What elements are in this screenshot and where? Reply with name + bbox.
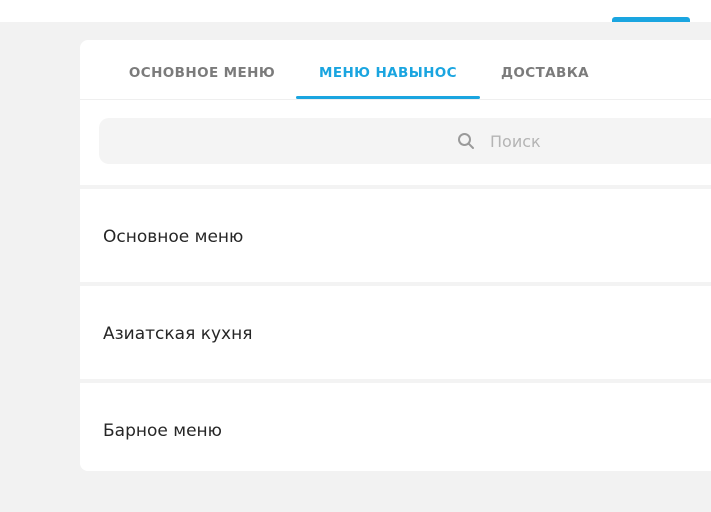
tab-main-menu[interactable]: ОСНОВНОЕ МЕНЮ — [102, 40, 302, 100]
search-icon — [458, 133, 474, 149]
active-tab-indicator — [296, 96, 480, 99]
menu-card: ОСНОВНОЕ МЕНЮ МЕНЮ НАВЫНОС ДОСТАВКА Поис… — [80, 40, 711, 471]
menu-item-main[interactable]: Основное меню — [80, 189, 711, 282]
menu-item-label: Основное меню — [103, 227, 244, 247]
menu-item-label: Барное меню — [103, 421, 222, 441]
menu-item-asian[interactable]: Азиатская кухня — [80, 286, 711, 379]
tab-delivery[interactable]: ДОСТАВКА — [480, 40, 610, 100]
menu-item-bar[interactable]: Барное меню — [80, 383, 711, 471]
top-bar — [0, 0, 711, 22]
top-bar-active-indicator — [612, 17, 690, 22]
tab-takeaway-menu[interactable]: МЕНЮ НАВЫНОС — [296, 40, 480, 100]
tab-bar: ОСНОВНОЕ МЕНЮ МЕНЮ НАВЫНОС ДОСТАВКА — [80, 40, 711, 100]
menu-item-label: Азиатская кухня — [103, 324, 253, 344]
search-input[interactable] — [99, 118, 711, 164]
search-section: Поиск — [80, 100, 711, 185]
search-placeholder: Поиск — [490, 132, 541, 151]
